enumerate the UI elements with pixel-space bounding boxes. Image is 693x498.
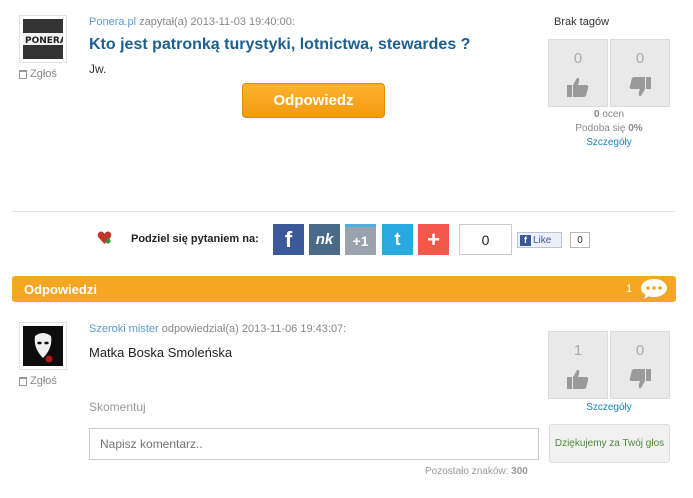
mask-avatar-image <box>23 326 63 366</box>
ratings-count: 0 <box>593 109 600 120</box>
question-details-link[interactable]: Szczegóły <box>554 137 664 148</box>
likes-summary: Podoba się 0% <box>554 123 664 134</box>
answer-author-link[interactable]: Szeroki mister <box>89 323 159 335</box>
answer-button[interactable]: Odpowiedz <box>242 83 385 118</box>
answer-date: odpowiedział(a) 2013-11-06 19:43:07: <box>161 323 347 335</box>
chars-remaining-label: Pozostało znaków: <box>425 466 509 477</box>
share-more-button[interactable]: + <box>418 224 449 255</box>
likes-prefix: Podoba się <box>575 123 626 134</box>
comments-icon <box>641 279 667 299</box>
question-author-link[interactable]: Ponera.pl <box>89 16 136 28</box>
share-counter: 0 <box>459 224 512 255</box>
google-plus-icon: +1 <box>352 233 369 249</box>
plus-icon: + <box>427 226 440 252</box>
answer-meta: Szeroki mister odpowiedział(a) 2013-11-0… <box>89 323 346 335</box>
twitter-icon: t <box>394 229 401 249</box>
answer-avatar[interactable] <box>19 322 67 370</box>
chars-remaining-value: 300 <box>511 466 528 477</box>
share-google-plus-button[interactable]: +1 <box>345 224 376 255</box>
answers-bar: Odpowiedzi <box>12 276 676 302</box>
question-date: zapytał(a) 2013-11-03 19:40:00: <box>139 16 295 28</box>
answer-votes-up-count: 1 <box>573 342 583 359</box>
answers-count: 1 <box>626 283 633 295</box>
question-avatar[interactable]: PONERA <box>19 15 67 63</box>
thumbs-down-icon <box>629 77 651 97</box>
votes-up-count: 0 <box>573 50 583 67</box>
answers-bar-title: Odpowiedzi <box>24 281 97 297</box>
share-twitter-button[interactable]: t <box>382 224 413 255</box>
question-meta: Ponera.pl zapytał(a) 2013-11-03 19:40:00… <box>89 16 295 28</box>
answer-text: Matka Boska Smoleńska <box>89 345 233 360</box>
svg-text:PONERA: PONERA <box>25 36 63 46</box>
chars-remaining: Pozostało znaków: 300 <box>425 466 528 477</box>
answer-details-link[interactable]: Szczegóły <box>554 402 664 413</box>
vote-down-button[interactable]: 0 <box>610 39 670 107</box>
nk-icon: nk <box>315 231 334 248</box>
report-answer-button[interactable]: Zgłoś <box>19 375 57 387</box>
answer-vote-down-button[interactable]: 0 <box>610 331 670 399</box>
report-question-button[interactable]: Zgłoś <box>19 68 57 80</box>
heart-icon <box>97 231 112 244</box>
thanks-vote-message: Dziękujemy za Twój głos <box>549 424 670 463</box>
share-label: Podziel się pytaniem na: <box>131 233 259 245</box>
share-facebook-button[interactable]: f <box>273 224 304 255</box>
vote-up-button[interactable]: 0 <box>548 39 608 107</box>
answer-votes-down-count: 0 <box>635 342 645 359</box>
votes-down-count: 0 <box>635 50 645 67</box>
facebook-icon: f <box>284 226 293 252</box>
tags-label: Brak tagów <box>554 16 610 28</box>
comment-link[interactable]: Skomentuj <box>89 400 146 414</box>
facebook-like-count: 0 <box>570 232 590 248</box>
share-nk-button[interactable]: nk <box>309 224 340 255</box>
trash-icon <box>19 69 27 79</box>
likes-percent: 0% <box>628 123 643 134</box>
ponera-logo: PONERA <box>23 19 63 59</box>
thumbs-down-icon <box>629 369 651 389</box>
ratings-suffix: ocen <box>602 109 625 120</box>
thumbs-up-icon <box>567 369 589 389</box>
comment-input[interactable] <box>89 428 539 460</box>
ratings-summary: 0 ocen <box>554 109 664 120</box>
facebook-like-button[interactable]: f Like <box>517 232 562 248</box>
trash-icon <box>19 376 27 386</box>
question-title[interactable]: Kto jest patronką turystyki, lotnictwa, … <box>89 36 470 54</box>
question-body: Jw. <box>89 62 107 76</box>
thumbs-up-icon <box>567 77 589 97</box>
answer-vote-up-button[interactable]: 1 <box>548 331 608 399</box>
facebook-small-icon: f <box>520 234 531 246</box>
divider <box>12 211 675 212</box>
